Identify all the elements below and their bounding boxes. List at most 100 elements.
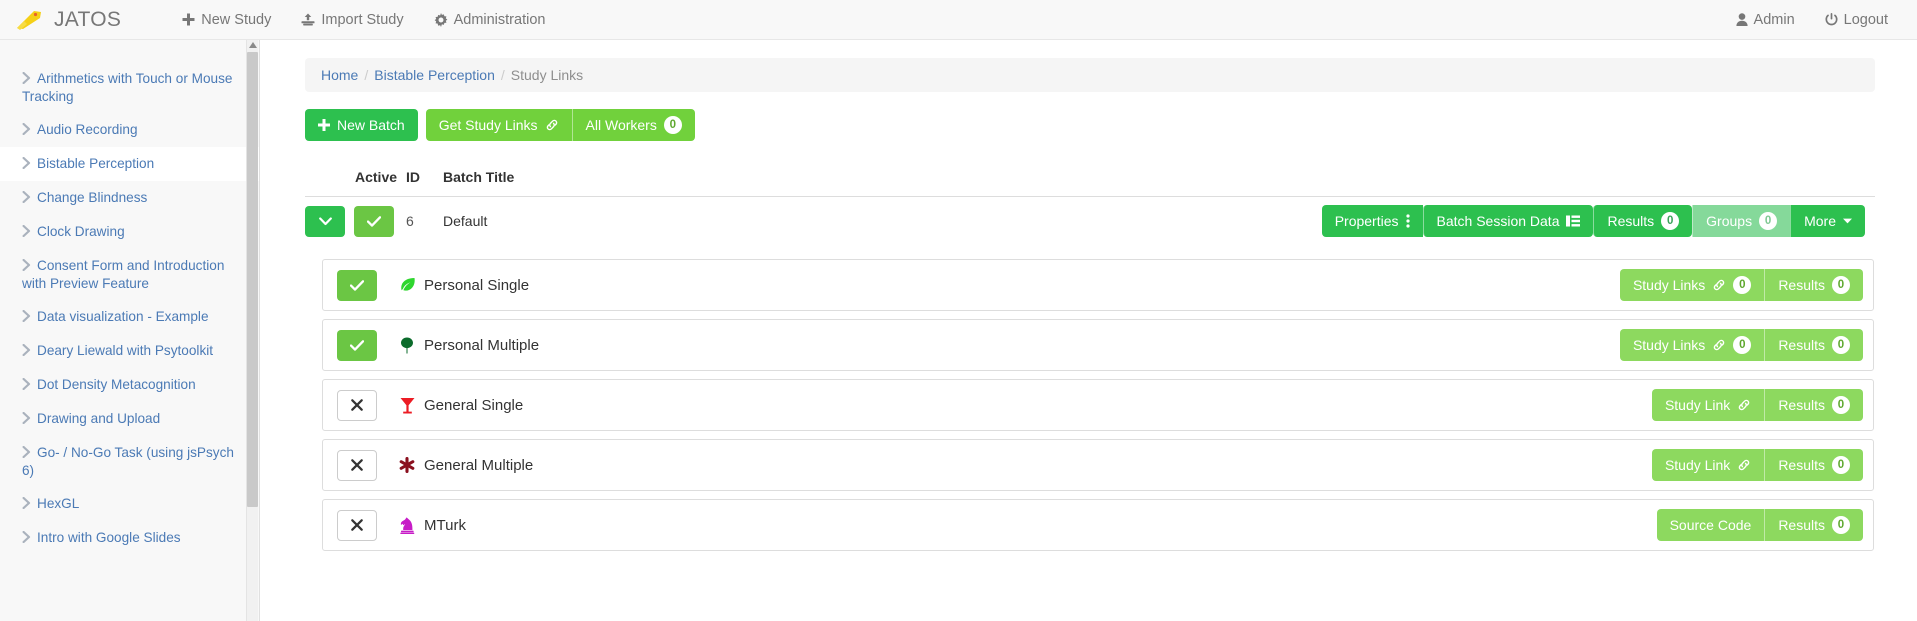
worker-disabled-toggle[interactable] <box>337 449 377 481</box>
chess-knight-icon <box>397 516 417 534</box>
column-header-id: ID <box>406 169 420 185</box>
sidebar-item[interactable]: Dot Density Metacognition <box>0 368 259 402</box>
worker-type-name: Personal Single <box>424 276 530 294</box>
chevron-right-icon <box>22 71 31 88</box>
nav-link-admin[interactable]: Admin <box>1721 0 1810 40</box>
link-icon <box>1737 458 1751 472</box>
link-icon <box>1712 338 1726 352</box>
worker-primary-button[interactable]: Source Code <box>1656 509 1765 541</box>
nav-link-label: Admin <box>1753 11 1795 28</box>
worker-disabled-toggle[interactable] <box>337 509 377 541</box>
sidebar-item[interactable]: Change Blindness <box>0 181 259 215</box>
sidebar-list: Arithmetics with Touch or Mouse Tracking… <box>0 40 259 555</box>
worker-type-row: General Multiple Study Link Results 0 <box>322 439 1874 491</box>
worker-actions-group: Study Links 0 Results 0 <box>1619 329 1863 361</box>
nav-link-label: Administration <box>453 11 546 28</box>
worker-primary-button[interactable]: Study Links 0 <box>1619 329 1765 361</box>
asterisk-icon <box>397 457 417 473</box>
nav-link-import-study[interactable]: Import Study <box>286 0 418 40</box>
new-batch-button[interactable]: New Batch <box>305 109 418 141</box>
chevron-right-icon <box>22 530 31 547</box>
worker-results-label: Results <box>1778 396 1825 413</box>
sidebar-item-label: Dot Density Metacognition <box>37 377 196 392</box>
sidebar-item[interactable]: Drawing and Upload <box>0 402 259 436</box>
worker-type-name: General Multiple <box>424 456 534 474</box>
batch-results-button[interactable]: Results 0 <box>1593 205 1693 237</box>
batch-groups-label: Groups <box>1706 212 1753 229</box>
batch-session-data-label: Batch Session Data <box>1436 212 1560 229</box>
worker-results-button[interactable]: Results 0 <box>1764 329 1863 361</box>
column-header-batch-title: Batch Title <box>443 169 515 185</box>
worker-actions-group: Study Link Results 0 <box>1651 389 1863 421</box>
worker-results-button[interactable]: Results 0 <box>1764 269 1863 301</box>
sidebar-item[interactable]: Consent Form and Introduction with Previ… <box>0 249 259 300</box>
batch-row: 6 Default Properties Batch Session Data … <box>305 196 1875 245</box>
import-upload-icon <box>301 13 315 26</box>
worker-results-button[interactable]: Results 0 <box>1764 509 1863 541</box>
sidebar-item[interactable]: Audio Recording <box>0 113 259 147</box>
sidebar-item[interactable]: Clock Drawing <box>0 215 259 249</box>
chevron-right-icon <box>22 377 31 394</box>
get-study-links-button[interactable]: Get Study Links <box>425 109 572 141</box>
batch-id: 6 <box>406 213 414 229</box>
sidebar-scroll-thumb[interactable] <box>247 52 258 507</box>
sidebar-item-label: Deary Liewald with Psytoolkit <box>37 343 214 358</box>
sidebar-item[interactable]: HexGL <box>0 487 259 521</box>
batch-more-button[interactable]: More <box>1790 205 1865 237</box>
breadcrumb-study[interactable]: Bistable Perception <box>374 67 495 83</box>
all-workers-button[interactable]: All Workers 0 <box>571 109 695 141</box>
worker-results-button[interactable]: Results 0 <box>1764 389 1863 421</box>
worker-disabled-toggle[interactable] <box>337 389 377 421</box>
user-icon <box>1735 13 1748 26</box>
breadcrumb-home[interactable]: Home <box>321 67 358 83</box>
chevron-right-icon <box>22 445 31 462</box>
sidebar-item[interactable]: Data visualization - Example <box>0 300 259 334</box>
brand-name[interactable]: JATOS <box>54 8 121 32</box>
nav-link-new-study[interactable]: New Study <box>167 0 286 40</box>
nav-link-administration[interactable]: Administration <box>419 0 561 40</box>
worker-primary-label: Study Link <box>1664 396 1731 413</box>
worker-results-button[interactable]: Results 0 <box>1764 449 1863 481</box>
nav-right-links: Admin Logout <box>1721 0 1903 40</box>
jatos-rocket-logo[interactable] <box>12 7 46 33</box>
worker-actions-group: Study Link Results 0 <box>1651 449 1863 481</box>
sidebar-item-label: Bistable Perception <box>37 156 155 171</box>
sidebar-item-label: Go- / No-Go Task (using jsPsych 6) <box>22 445 234 478</box>
toolbar: New Batch Get Study Links All Workers 0 <box>305 109 1875 141</box>
batch-groups-button[interactable]: Groups 0 <box>1692 205 1791 237</box>
worker-results-count-badge: 0 <box>1832 516 1850 534</box>
chevron-right-icon <box>22 122 31 139</box>
worker-type-name: Personal Multiple <box>424 336 540 354</box>
sidebar-item-label: Clock Drawing <box>37 224 125 239</box>
nav-link-logout[interactable]: Logout <box>1810 0 1903 40</box>
worker-type-row: MTurk Source Code Results 0 <box>322 499 1874 551</box>
sidebar-item[interactable]: Bistable Perception <box>0 147 259 181</box>
batch-properties-button[interactable]: Properties <box>1321 205 1423 237</box>
get-study-links-label: Get Study Links <box>438 116 538 133</box>
batch-session-data-button[interactable]: Batch Session Data <box>1422 205 1594 237</box>
sidebar-item-label: Change Blindness <box>37 190 148 205</box>
worker-enable-toggle[interactable] <box>337 269 377 301</box>
batch-table-header: Active ID Batch Title <box>305 169 1875 196</box>
sidebar-item[interactable]: Deary Liewald with Psytoolkit <box>0 334 259 368</box>
batch-expand-button[interactable] <box>305 205 345 237</box>
worker-primary-count-badge: 0 <box>1733 276 1752 294</box>
gear-icon <box>434 12 448 27</box>
close-x-icon <box>351 459 363 471</box>
sidebar-item-label: HexGL <box>37 496 80 511</box>
worker-primary-button[interactable]: Study Link <box>1651 449 1765 481</box>
batch-active-toggle[interactable] <box>354 205 394 237</box>
sidebar-item[interactable]: Intro with Google Slides <box>0 521 259 555</box>
worker-primary-button[interactable]: Study Links 0 <box>1619 269 1765 301</box>
sidebar-item[interactable]: Arithmetics with Touch or Mouse Tracking <box>0 62 259 113</box>
check-icon <box>350 279 364 291</box>
close-x-icon <box>351 519 363 531</box>
sidebar-item-label: Intro with Google Slides <box>37 530 181 545</box>
worker-enable-toggle[interactable] <box>337 329 377 361</box>
worker-type-list: Personal Single Study Links 0 Results 0 Perso… <box>305 259 1875 551</box>
check-icon <box>350 339 364 351</box>
sidebar-item[interactable]: Go- / No-Go Task (using jsPsych 6) <box>0 436 259 487</box>
sidebar-scrollbar[interactable] <box>246 40 258 621</box>
scroll-up-arrow-icon[interactable] <box>249 42 257 48</box>
worker-primary-button[interactable]: Study Link <box>1651 389 1765 421</box>
